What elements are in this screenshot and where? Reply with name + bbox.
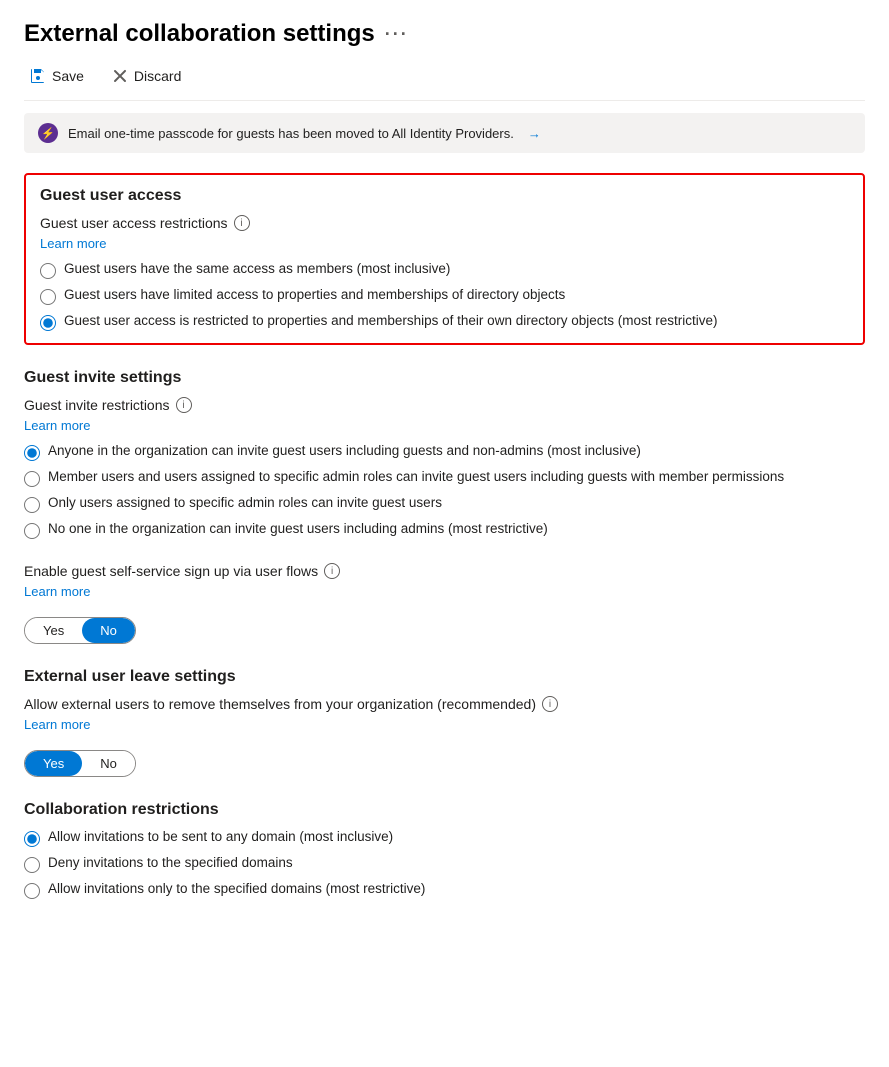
guest-invite-option-2[interactable]: Member users and users assigned to speci…	[24, 469, 865, 487]
guest-self-service-toggle: Yes No	[24, 617, 136, 644]
collab-option-3-label: Allow invitations only to the specified …	[48, 881, 425, 896]
collab-option-3[interactable]: Allow invitations only to the specified …	[24, 881, 865, 899]
guest-invite-option-1-label: Anyone in the organization can invite gu…	[48, 443, 641, 458]
collab-radio-3[interactable]	[24, 883, 40, 899]
external-leave-info-icon[interactable]: i	[542, 696, 558, 712]
banner-text: Email one-time passcode for guests has b…	[68, 126, 514, 141]
banner: ⚡ Email one-time passcode for guests has…	[24, 113, 865, 153]
guest-invite-restrictions-label: Guest invite restrictions i	[24, 397, 865, 413]
guest-invite-option-3[interactable]: Only users assigned to specific admin ro…	[24, 495, 865, 513]
external-leave-title: External user leave settings	[24, 668, 865, 686]
discard-label: Discard	[134, 68, 181, 84]
guest-invite-settings-title: Guest invite settings	[24, 369, 865, 387]
collab-radio-2[interactable]	[24, 857, 40, 873]
guest-invite-radio-4[interactable]	[24, 523, 40, 539]
toolbar: Save Discard	[24, 64, 865, 101]
guest-invite-radio-1[interactable]	[24, 445, 40, 461]
external-leave-label: Allow external users to remove themselve…	[24, 696, 865, 712]
guest-self-service-section: Enable guest self-service sign up via us…	[24, 563, 865, 644]
guest-user-access-radio-1[interactable]	[40, 263, 56, 279]
guest-user-access-option-2-label: Guest users have limited access to prope…	[64, 287, 565, 302]
guest-user-access-option-2[interactable]: Guest users have limited access to prope…	[40, 287, 849, 305]
guest-invite-info-icon[interactable]: i	[176, 397, 192, 413]
page-title: External collaboration settings	[24, 20, 375, 48]
external-leave-toggle: Yes No	[24, 750, 136, 777]
save-button[interactable]: Save	[24, 64, 90, 88]
guest-user-access-option-3[interactable]: Guest user access is restricted to prope…	[40, 313, 849, 331]
guest-invite-settings-section: Guest invite settings Guest invite restr…	[24, 369, 865, 539]
guest-user-access-option-3-label: Guest user access is restricted to prope…	[64, 313, 718, 328]
save-icon	[30, 68, 46, 84]
guest-user-access-label: Guest user access restrictions i	[40, 215, 849, 231]
collab-option-1-label: Allow invitations to be sent to any doma…	[48, 829, 393, 844]
guest-self-service-yes-button[interactable]: Yes	[25, 618, 82, 643]
collaboration-restrictions-section: Collaboration restrictions Allow invitat…	[24, 801, 865, 899]
collaboration-restrictions-radio-group: Allow invitations to be sent to any doma…	[24, 829, 865, 899]
guest-self-service-info-icon[interactable]: i	[324, 563, 340, 579]
guest-invite-option-2-label: Member users and users assigned to speci…	[48, 469, 784, 484]
guest-user-access-title: Guest user access	[40, 187, 849, 205]
save-label: Save	[52, 68, 84, 84]
guest-invite-radio-3[interactable]	[24, 497, 40, 513]
guest-user-access-section: Guest user access Guest user access rest…	[24, 173, 865, 345]
guest-user-access-radio-group: Guest users have the same access as memb…	[40, 261, 849, 331]
collab-option-2-label: Deny invitations to the specified domain…	[48, 855, 293, 870]
external-leave-learn-more[interactable]: Learn more	[24, 717, 90, 732]
ellipsis-menu[interactable]: ···	[385, 24, 409, 45]
guest-invite-radio-group: Anyone in the organization can invite gu…	[24, 443, 865, 539]
guest-invite-radio-2[interactable]	[24, 471, 40, 487]
guest-self-service-no-button[interactable]: No	[82, 618, 135, 643]
guest-user-access-radio-3[interactable]	[40, 315, 56, 331]
guest-self-service-learn-more[interactable]: Learn more	[24, 584, 90, 599]
guest-invite-option-3-label: Only users assigned to specific admin ro…	[48, 495, 442, 510]
external-leave-yes-button[interactable]: Yes	[25, 751, 82, 776]
discard-icon	[112, 68, 128, 84]
banner-icon: ⚡	[38, 123, 58, 143]
guest-user-access-info-icon[interactable]: i	[234, 215, 250, 231]
guest-self-service-label: Enable guest self-service sign up via us…	[24, 563, 865, 579]
collab-option-1[interactable]: Allow invitations to be sent to any doma…	[24, 829, 865, 847]
guest-invite-option-4[interactable]: No one in the organization can invite gu…	[24, 521, 865, 539]
guest-invite-learn-more[interactable]: Learn more	[24, 418, 90, 433]
external-leave-section: External user leave settings Allow exter…	[24, 668, 865, 777]
guest-invite-option-4-label: No one in the organization can invite gu…	[48, 521, 548, 536]
collab-option-2[interactable]: Deny invitations to the specified domain…	[24, 855, 865, 873]
guest-user-access-radio-2[interactable]	[40, 289, 56, 305]
discard-button[interactable]: Discard	[106, 64, 187, 88]
guest-user-access-option-1[interactable]: Guest users have the same access as memb…	[40, 261, 849, 279]
collab-radio-1[interactable]	[24, 831, 40, 847]
external-leave-no-button[interactable]: No	[82, 751, 135, 776]
guest-user-access-option-1-label: Guest users have the same access as memb…	[64, 261, 450, 276]
banner-arrow[interactable]: →	[528, 126, 541, 141]
guest-user-access-learn-more[interactable]: Learn more	[40, 236, 106, 251]
guest-invite-option-1[interactable]: Anyone in the organization can invite gu…	[24, 443, 865, 461]
collaboration-restrictions-title: Collaboration restrictions	[24, 801, 865, 819]
